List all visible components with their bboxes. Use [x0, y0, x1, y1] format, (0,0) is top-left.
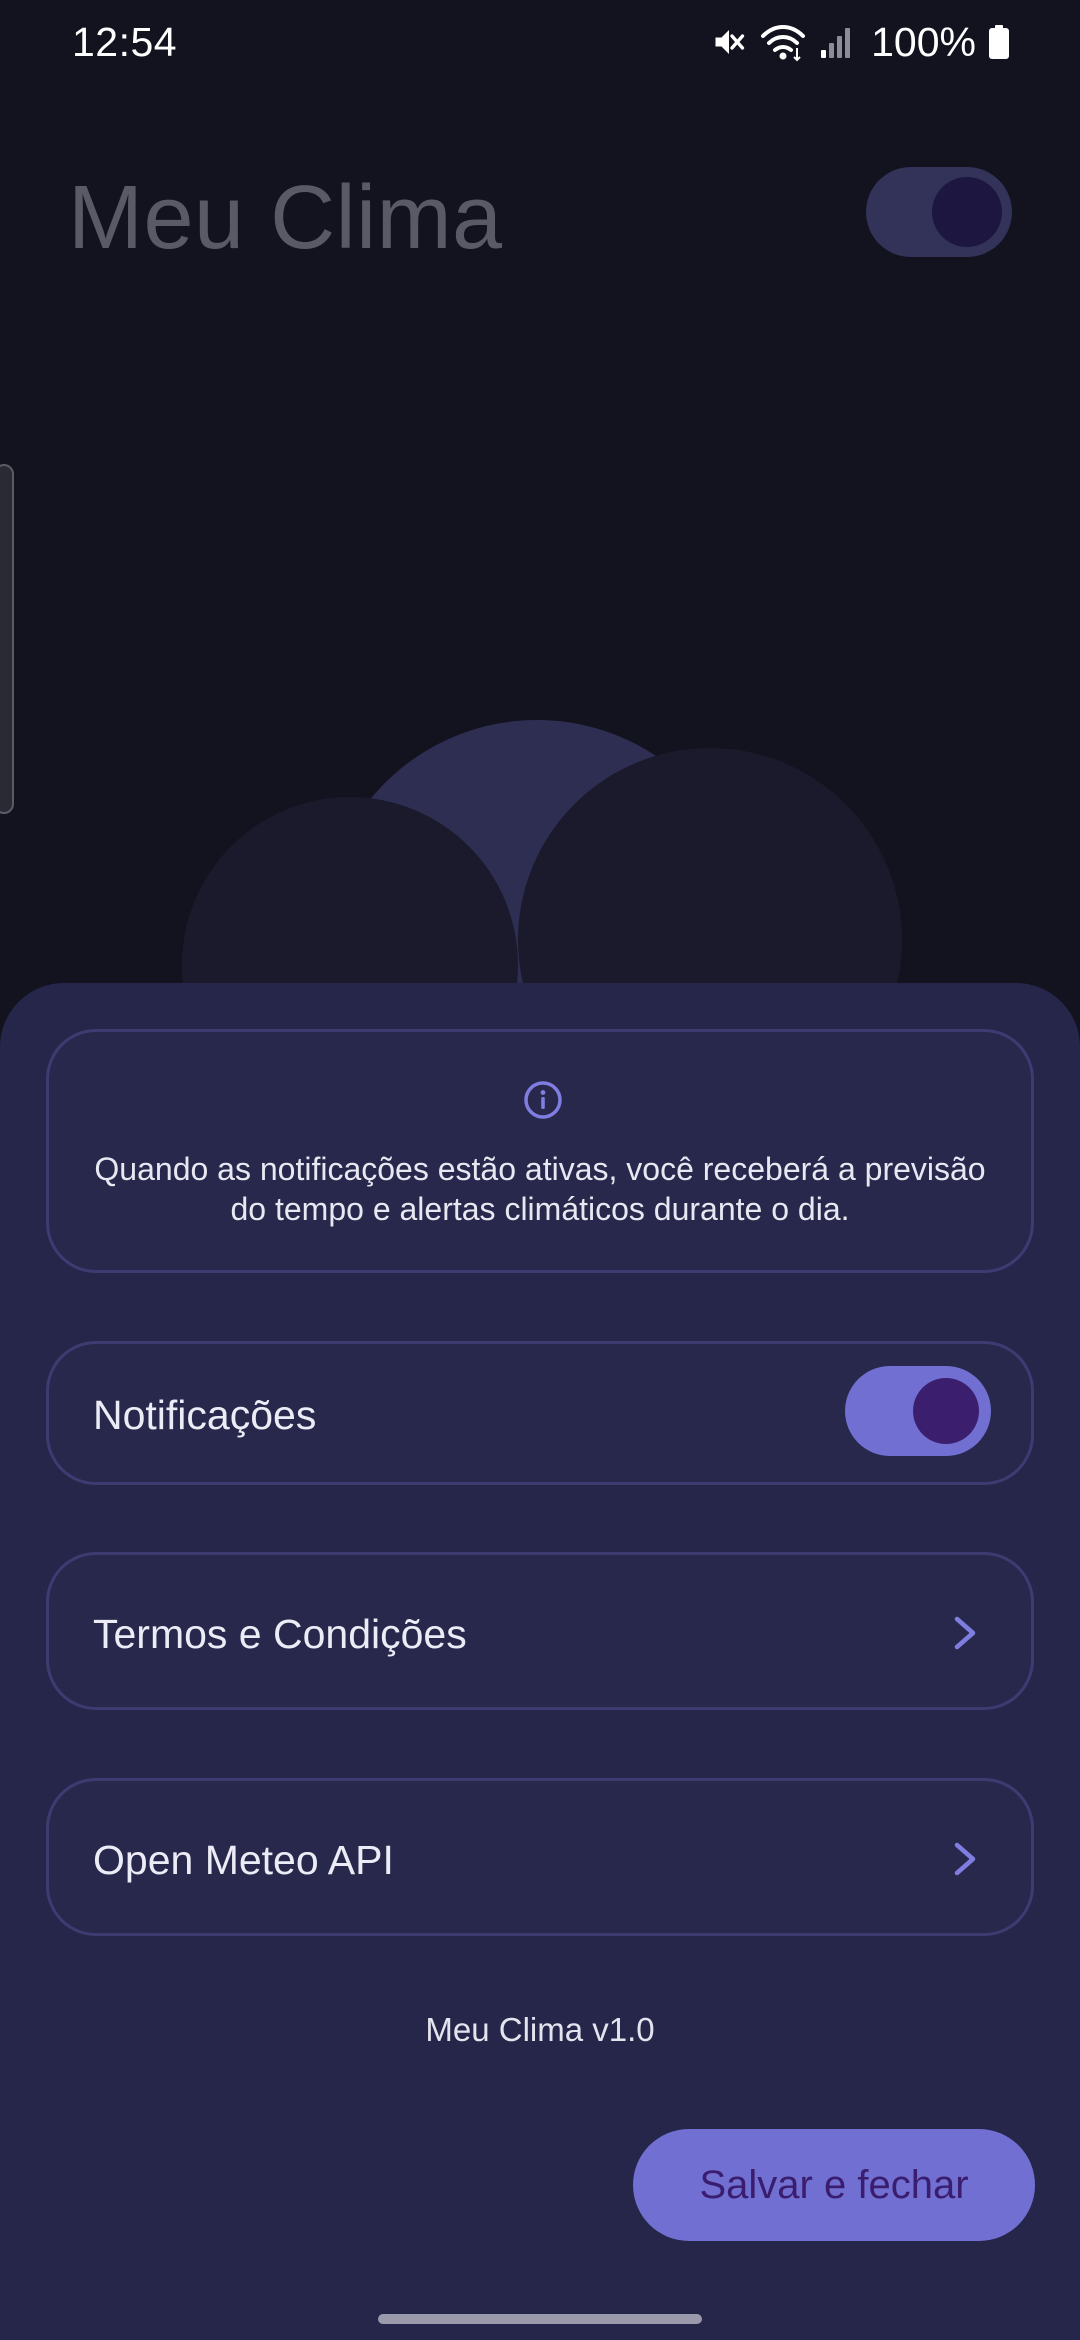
battery-icon	[988, 24, 1010, 60]
battery-percentage: 100%	[871, 19, 976, 65]
notifications-toggle[interactable]	[845, 1366, 991, 1456]
home-indicator[interactable]	[378, 2314, 702, 2324]
terms-row[interactable]: Termos e Condições	[46, 1552, 1034, 1710]
notifications-row[interactable]: Notificações	[46, 1341, 1034, 1485]
app-title: Meu Clima	[68, 168, 503, 268]
open-meteo-api-row[interactable]: Open Meteo API	[46, 1778, 1034, 1936]
notifications-label: Notificações	[93, 1392, 317, 1438]
toggle-knob	[913, 1378, 979, 1444]
toggle-knob	[932, 177, 1002, 247]
status-bar: 12:54 100%	[0, 0, 1080, 84]
mute-icon	[711, 24, 747, 60]
app-version: Meu Clima v1.0	[425, 2011, 655, 2048]
info-text: Quando as notificações estão ativas, voc…	[94, 1151, 986, 1227]
save-and-close-button[interactable]: Salvar e fechar	[633, 2129, 1035, 2241]
chevron-right-icon	[954, 1842, 976, 1876]
terms-label: Termos e Condições	[93, 1611, 467, 1657]
header-toggle[interactable]	[866, 167, 1012, 257]
info-card: Quando as notificações estão ativas, voc…	[46, 1029, 1034, 1273]
wifi-icon	[759, 22, 807, 62]
status-time: 12:54	[72, 19, 178, 65]
chevron-right-icon	[954, 1616, 976, 1650]
cloud-illustration	[182, 720, 902, 1000]
signal-icon	[819, 24, 855, 60]
api-label: Open Meteo API	[93, 1837, 394, 1883]
settings-bottom-sheet: Quando as notificações estão ativas, voc…	[0, 983, 1080, 2340]
status-icons: 100%	[711, 18, 1010, 66]
info-icon	[524, 1081, 562, 1119]
